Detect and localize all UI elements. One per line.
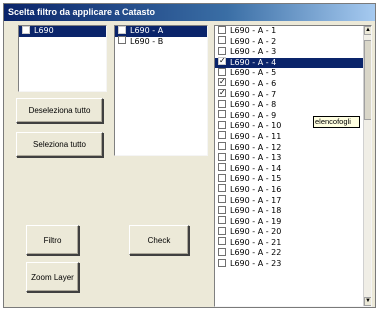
list-item[interactable]: L690 - A - 3 xyxy=(215,46,371,58)
checkbox[interactable] xyxy=(218,258,226,267)
list-item-label: L690 - A - 12 xyxy=(230,142,282,152)
list-item[interactable]: L690 - A - 1 xyxy=(215,26,371,37)
list-item-label: L690 - B xyxy=(130,36,164,46)
list-item-label: L690 - A - 11 xyxy=(230,131,282,141)
checkbox[interactable] xyxy=(218,131,226,140)
list-item-label: L690 - A - 6 xyxy=(230,78,277,88)
list-item-label: L690 - A xyxy=(130,26,164,35)
checkbox[interactable] xyxy=(218,67,226,76)
list-item[interactable]: L690 - A xyxy=(115,26,207,37)
deselect-all-button[interactable]: Deseleziona tutto xyxy=(16,98,103,123)
checkbox[interactable] xyxy=(218,110,226,119)
checkbox[interactable] xyxy=(218,216,226,225)
list-item[interactable]: L690 - A - 17 xyxy=(215,195,371,207)
checkbox[interactable]: ✓ xyxy=(218,78,226,87)
vertical-scrollbar[interactable]: ▲ ▼ xyxy=(363,26,371,306)
list-item-label: L690 - A - 14 xyxy=(230,163,282,173)
checkbox[interactable] xyxy=(218,26,226,34)
zoom-layer-button[interactable]: Zoom Layer xyxy=(26,262,79,292)
checkbox[interactable] xyxy=(218,46,226,55)
list-item-label: L690 - A - 22 xyxy=(230,248,282,258)
checkbox[interactable] xyxy=(218,173,226,182)
scroll-down-arrow-icon[interactable]: ▼ xyxy=(364,297,371,306)
list-item[interactable]: L690 - A - 5 xyxy=(215,67,371,79)
list-item[interactable]: L690 - A - 16 xyxy=(215,184,371,196)
list-item[interactable]: L690 - A - 14 xyxy=(215,163,371,175)
list-item[interactable]: L690 - A - 11 xyxy=(215,131,371,143)
checkbox[interactable] xyxy=(218,237,226,246)
scroll-thumb[interactable] xyxy=(364,40,371,120)
checkbox[interactable] xyxy=(218,226,226,235)
list-item[interactable]: L690 xyxy=(19,26,106,37)
section-listbox[interactable]: L690 - A L690 - B xyxy=(114,25,208,156)
checkbox[interactable] xyxy=(218,152,226,161)
list-item-label: L690 - A - 16 xyxy=(230,184,282,194)
list-item[interactable]: L690 - A - 20 xyxy=(215,226,371,238)
list-item[interactable]: L690 - A - 22 xyxy=(215,247,371,259)
checkbox[interactable] xyxy=(218,120,226,129)
list-item-label: L690 - A - 15 xyxy=(230,174,282,184)
list-item-label: L690 - A - 9 xyxy=(230,110,277,120)
list-item[interactable]: L690 - B xyxy=(115,36,207,48)
list-item-label: L690 - A - 7 xyxy=(230,89,277,99)
list-item-label: L690 - A - 13 xyxy=(230,153,282,163)
checkbox[interactable]: ✓ xyxy=(218,89,226,98)
list-item[interactable]: ✓ L690 - A - 7 xyxy=(215,89,371,101)
checkbox[interactable] xyxy=(218,247,226,256)
checkbox[interactable] xyxy=(218,195,226,203)
checkbox[interactable] xyxy=(218,99,226,108)
list-item[interactable]: L690 - A - 2 xyxy=(215,36,371,48)
list-item[interactable]: L690 - A - 13 xyxy=(215,152,371,164)
list-item-label: L690 - A - 18 xyxy=(230,206,282,216)
checkbox[interactable] xyxy=(22,26,30,34)
list-item-label: L690 - A - 8 xyxy=(230,100,277,110)
checkbox[interactable]: ✓ xyxy=(218,57,226,66)
checkbox[interactable] xyxy=(118,26,126,34)
list-item-label: L690 - A - 10 xyxy=(230,121,282,131)
list-item[interactable]: L690 - A - 18 xyxy=(215,205,371,217)
tooltip: elencofogli xyxy=(313,116,360,128)
list-item-label: L690 - A - 5 xyxy=(230,68,277,78)
list-item-label: L690 - A - 2 xyxy=(230,36,277,46)
list-item[interactable]: L690 - A - 21 xyxy=(215,237,371,249)
filter-dialog: Scelta filtro da applicare a Catasto L69… xyxy=(3,3,376,308)
list-item-label: L690 - A - 21 xyxy=(230,237,282,247)
list-item[interactable]: L690 - A - 15 xyxy=(215,173,371,185)
list-item[interactable]: L690 - A - 8 xyxy=(215,99,371,111)
check-button[interactable]: Check xyxy=(129,225,189,255)
list-item[interactable]: ✓ L690 - A - 6 xyxy=(215,78,371,90)
list-item-label: L690 - A - 4 xyxy=(230,57,277,67)
scroll-up-arrow-icon[interactable]: ▲ xyxy=(364,26,371,35)
dialog-title: Scelta filtro da applicare a Catasto xyxy=(4,4,375,21)
list-item[interactable]: L690 - A - 23 xyxy=(215,258,371,270)
select-all-button[interactable]: Seleziona tutto xyxy=(16,132,103,157)
list-item-label: L690 - A - 1 xyxy=(230,26,277,35)
checkbox[interactable] xyxy=(218,142,226,151)
checkbox[interactable] xyxy=(218,36,226,45)
list-item[interactable]: L690 - A - 19 xyxy=(215,216,371,228)
checkbox[interactable] xyxy=(218,163,226,172)
checkbox[interactable] xyxy=(118,36,126,45)
sheet-listbox[interactable]: L690 - A - 1 L690 - A - 2 L690 - A - 3 ✓ L69… xyxy=(214,25,372,307)
list-item[interactable]: ✓ L690 - A - 4 xyxy=(215,57,371,69)
list-item-label: L690 xyxy=(34,26,54,35)
list-item-label: L690 - A - 19 xyxy=(230,216,282,226)
filter-button[interactable]: Filtro xyxy=(26,225,79,255)
list-item-label: L690 - A - 17 xyxy=(230,195,282,205)
checkbox[interactable] xyxy=(218,184,226,193)
checkbox[interactable] xyxy=(218,205,226,214)
list-item-label: L690 - A - 3 xyxy=(230,47,277,57)
list-item[interactable]: L690 - A - 12 xyxy=(215,142,371,154)
list-item-label: L690 - A - 23 xyxy=(230,259,282,269)
layer-listbox[interactable]: L690 xyxy=(18,25,107,92)
list-item-label: L690 - A - 20 xyxy=(230,227,282,237)
